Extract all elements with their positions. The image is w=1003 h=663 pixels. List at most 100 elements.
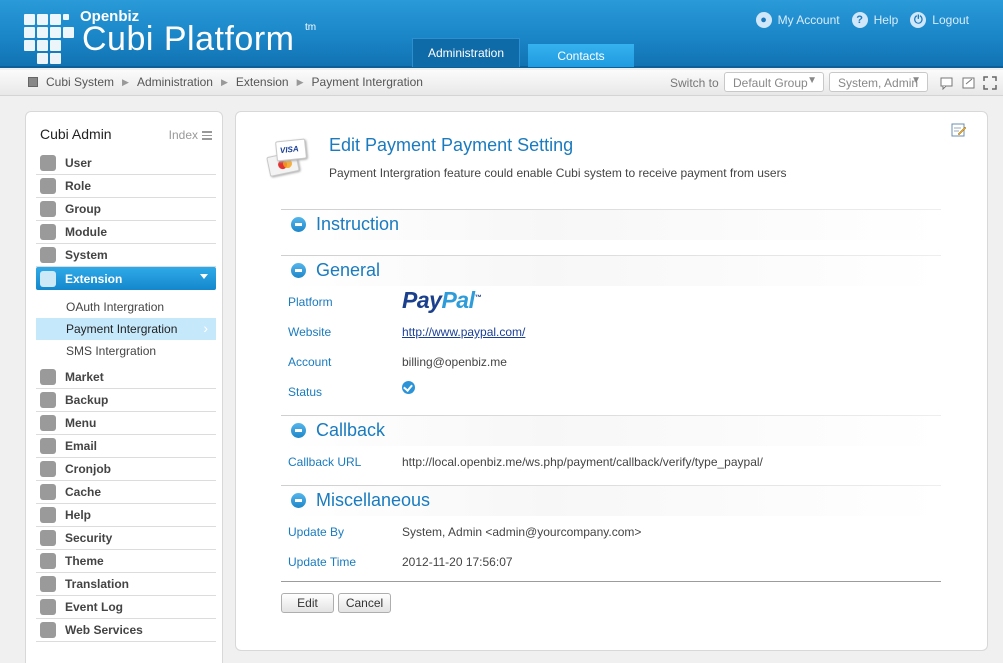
edit-button[interactable]: Edit <box>281 593 334 613</box>
form-divider <box>281 581 941 582</box>
user-icon <box>40 155 56 171</box>
section-general: General <box>281 255 941 301</box>
sidebar-item-label: Module <box>65 225 107 239</box>
section-title-miscellaneous[interactable]: Miscellaneous <box>316 490 430 511</box>
sidebar-item-label: Menu <box>65 416 97 430</box>
sidebar-item-email[interactable]: Email <box>36 435 216 458</box>
sidebar-item-translation[interactable]: Translation <box>36 573 216 596</box>
translation-icon <box>40 576 56 592</box>
account-label: Account <box>288 355 332 369</box>
breadcrumb-payment-intergration: Payment Intergration <box>311 75 423 89</box>
user-select-value: System, Admin <box>838 76 919 90</box>
section-instruction: Instruction <box>281 209 941 255</box>
section-title-callback[interactable]: Callback <box>316 420 385 441</box>
my-account-link[interactable]: ● My Account <box>755 12 840 28</box>
credit-card-icon: VISA <box>266 138 308 178</box>
sidebar-item-role[interactable]: Role <box>36 175 216 198</box>
sidebar-item-label: Event Log <box>65 600 124 614</box>
sidebar-item-label: System <box>65 248 108 262</box>
sidebar-item-cronjob[interactable]: Cronjob <box>36 458 216 481</box>
breadcrumb-separator-icon: ▶ <box>296 76 304 87</box>
collapse-icon[interactable] <box>291 263 306 278</box>
gear-icon <box>40 247 56 263</box>
list-icon <box>202 130 212 140</box>
sidebar-item-user[interactable]: User <box>36 152 216 175</box>
breadcrumb-extension[interactable]: Extension <box>236 75 289 89</box>
page-title: Edit Payment Payment Setting <box>329 135 574 155</box>
sidebar-item-cache[interactable]: Cache <box>36 481 216 504</box>
openbiz-logo[interactable]: Openbiz Cubi Platform tm <box>20 6 320 64</box>
sidebar-item-backup[interactable]: Backup <box>36 389 216 412</box>
logout-link[interactable]: ⏻ Logout <box>910 12 969 28</box>
sidebar-item-module[interactable]: Module <box>36 221 216 244</box>
sidebar-item-label: Security <box>65 531 113 545</box>
sidebar-subitem-sms[interactable]: SMS Intergration <box>36 340 216 362</box>
website-link[interactable]: http://www.paypal.com/ <box>402 325 525 339</box>
fullscreen-icon[interactable] <box>983 76 997 90</box>
edit-icon[interactable] <box>951 122 967 138</box>
user-select[interactable]: System, Admin ▼ <box>829 72 928 92</box>
tab-administration[interactable]: Administration <box>412 38 520 67</box>
email-icon <box>40 438 56 454</box>
sidebar-item-extension[interactable]: Extension <box>36 267 216 290</box>
sidebar-item-system[interactable]: System <box>36 244 216 267</box>
collapse-icon[interactable] <box>291 217 306 232</box>
sidebar-subitem-oauth[interactable]: OAuth Intergration <box>36 296 216 318</box>
update-by-value: System, Admin <admin@yourcompany.com> <box>402 525 642 539</box>
section-title-general[interactable]: General <box>316 260 380 281</box>
sidebar-item-security[interactable]: Security <box>36 527 216 550</box>
update-by-label: Update By <box>288 525 345 539</box>
sidebar-item-group[interactable]: Group <box>36 198 216 221</box>
help-link[interactable]: ? Help <box>851 12 899 28</box>
breadcrumb: Cubi System ▶ Administration ▶ Extension… <box>28 75 423 89</box>
help-label: Help <box>873 13 899 27</box>
check-icon <box>402 381 415 394</box>
collapse-icon[interactable] <box>291 493 306 508</box>
sidebar-item-label: User <box>65 156 92 170</box>
chevron-down-icon: ▼ <box>807 75 817 86</box>
comment-icon[interactable] <box>940 76 954 90</box>
chevron-down-icon: ▼ <box>911 75 921 86</box>
home-icon <box>28 77 38 87</box>
my-account-label: My Account <box>777 13 840 27</box>
sidebar-item-event-log[interactable]: Event Log <box>36 596 216 619</box>
collapse-icon[interactable] <box>291 423 306 438</box>
header-bar: Openbiz Cubi Platform tm ● My Account ? … <box>0 0 1003 68</box>
sidebar-index-label: Index <box>168 128 198 142</box>
sidebar-item-theme[interactable]: Theme <box>36 550 216 573</box>
switch-to-label: Switch to <box>670 76 719 90</box>
breadcrumb-cubi-system[interactable]: Cubi System <box>46 75 114 89</box>
group-select-value: Default Group <box>733 76 808 90</box>
sidebar-item-label: Help <box>65 508 92 522</box>
paypal-logo-pay: Pay <box>402 287 442 313</box>
breadcrumb-bar: Cubi System ▶ Administration ▶ Extension… <box>0 70 1003 96</box>
sidebar-item-label: Cronjob <box>65 462 111 476</box>
cancel-button[interactable]: Cancel <box>338 593 391 613</box>
sidebar-title: Cubi Admin <box>40 126 112 142</box>
sidebar-index-link[interactable]: Index <box>169 128 212 142</box>
sidebar-subitem-payment[interactable]: Payment Intergration <box>36 318 216 340</box>
sidebar-item-market[interactable]: Market <box>36 366 216 389</box>
sidebar-item-label: Backup <box>65 393 109 407</box>
tab-contacts[interactable]: Contacts <box>528 44 634 67</box>
market-icon <box>40 369 56 385</box>
log-icon <box>40 599 56 615</box>
module-icon <box>40 224 56 240</box>
logo-tm-text: tm <box>305 22 317 33</box>
paypal-logo-pal: Pal <box>441 287 475 313</box>
callback-url-label: Callback URL <box>288 455 362 469</box>
status-label: Status <box>288 385 323 399</box>
breadcrumb-administration[interactable]: Administration <box>137 75 213 89</box>
group-select[interactable]: Default Group ▼ <box>724 72 824 92</box>
note-icon[interactable] <box>962 76 976 90</box>
paypal-logo: PayPal™ <box>402 287 481 314</box>
sidebar-item-help[interactable]: Help <box>36 504 216 527</box>
update-time-value: 2012-11-20 17:56:07 <box>402 555 513 569</box>
section-title-instruction[interactable]: Instruction <box>316 214 399 235</box>
sidebar-item-menu[interactable]: Menu <box>36 412 216 435</box>
help-icon <box>40 507 56 523</box>
update-time-label: Update Time <box>288 555 357 569</box>
puzzle-icon <box>40 270 56 287</box>
sidebar-item-web-services[interactable]: Web Services <box>36 619 216 642</box>
sidebar-item-label: Role <box>65 179 92 193</box>
